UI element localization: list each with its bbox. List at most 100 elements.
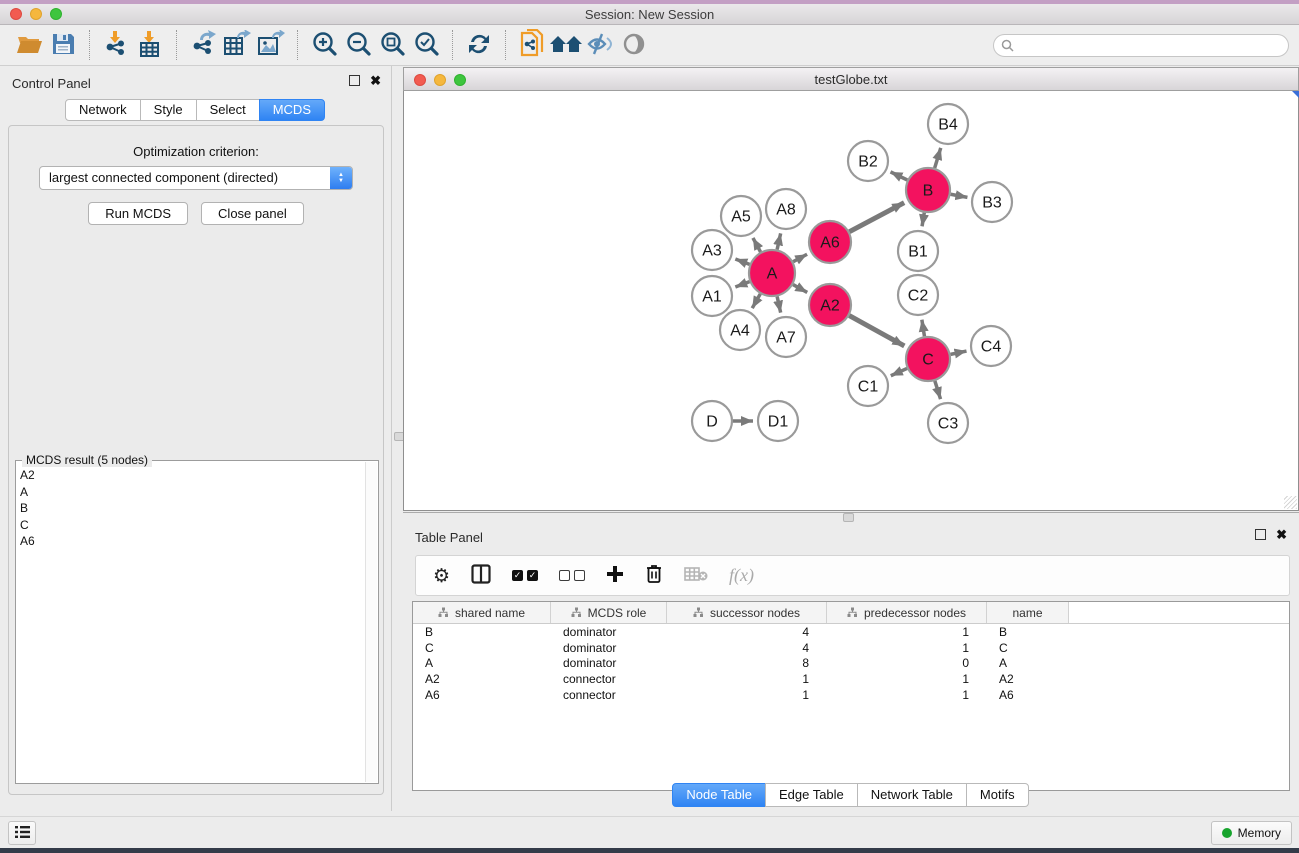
graph-edge-C-C2[interactable]	[922, 320, 925, 337]
table-cell[interactable]: A2	[413, 672, 551, 686]
mcds-result-item[interactable]: B	[20, 500, 364, 517]
criterion-select[interactable]: largest connected component (directed) ▲…	[39, 166, 353, 190]
close-panel-icon[interactable]: ✖	[370, 75, 381, 86]
create-column-button[interactable]	[606, 565, 624, 586]
mcds-result-item[interactable]: A	[20, 484, 364, 501]
graph-edge-C-C4[interactable]	[951, 351, 967, 354]
table-cell[interactable]: 1	[667, 688, 827, 702]
graph-edge-A6-B[interactable]	[849, 203, 904, 232]
export-network-button[interactable]	[186, 29, 220, 61]
table-cell[interactable]: 1	[827, 672, 987, 686]
table-cell[interactable]: A6	[987, 688, 1069, 702]
column-header-shared-name[interactable]: shared name	[413, 602, 551, 623]
table-cell[interactable]: 4	[667, 641, 827, 655]
search-input[interactable]	[993, 34, 1289, 57]
memory-button[interactable]: Memory	[1211, 821, 1292, 845]
graph-edge-A2-C[interactable]	[849, 316, 904, 346]
graph-edge-A-A2[interactable]	[793, 285, 807, 293]
import-network-button[interactable]	[99, 29, 133, 61]
delete-columns-button[interactable]	[645, 564, 663, 587]
table-cell[interactable]: 1	[827, 625, 987, 639]
tab-mcds[interactable]: MCDS	[259, 99, 325, 121]
tab-style[interactable]: Style	[140, 99, 197, 121]
refresh-button[interactable]	[462, 29, 496, 61]
show-details-button[interactable]	[617, 29, 651, 61]
open-session-button[interactable]	[12, 29, 46, 61]
function-builder-button[interactable]: f(x)	[729, 565, 754, 586]
network-window-titlebar[interactable]: testGlobe.txt	[403, 67, 1299, 91]
table-cell[interactable]: 8	[667, 656, 827, 670]
table-cell[interactable]: dominator	[551, 625, 667, 639]
tab-edge-table[interactable]: Edge Table	[765, 783, 858, 807]
table-cell[interactable]: dominator	[551, 641, 667, 655]
tab-network[interactable]: Network	[65, 99, 141, 121]
mcds-list-scrollbar[interactable]	[365, 462, 377, 782]
graph-edge-A-A3[interactable]	[735, 259, 749, 264]
table-cell[interactable]: 1	[667, 672, 827, 686]
table-cell[interactable]: dominator	[551, 656, 667, 670]
graph-edge-A-A6[interactable]	[793, 254, 807, 261]
unselect-all-columns-button[interactable]	[559, 570, 585, 581]
show-columns-button[interactable]	[471, 564, 491, 587]
zoom-selected-button[interactable]	[409, 29, 443, 61]
tab-motifs[interactable]: Motifs	[966, 783, 1029, 807]
network-resize-grip[interactable]	[1284, 496, 1297, 509]
zoom-fit-button[interactable]	[375, 29, 409, 61]
table-cell[interactable]: 1	[827, 641, 987, 655]
new-network-button[interactable]	[515, 29, 549, 61]
tab-network-table[interactable]: Network Table	[857, 783, 967, 807]
graph-edge-A-A7[interactable]	[777, 296, 781, 312]
select-all-columns-button[interactable]: ✓✓	[512, 570, 538, 581]
delete-table-button[interactable]	[684, 566, 708, 585]
hide-details-button[interactable]	[583, 29, 617, 61]
graph-edge-B-B3[interactable]	[951, 194, 968, 197]
save-session-button[interactable]	[46, 29, 80, 61]
graph-edge-C-C1[interactable]	[891, 368, 907, 375]
mcds-result-item[interactable]: A6	[20, 533, 364, 550]
tab-select[interactable]: Select	[196, 99, 260, 121]
graph-edge-A-A4[interactable]	[752, 294, 760, 308]
export-image-button[interactable]	[254, 29, 288, 61]
horizontal-divider-grip[interactable]	[843, 513, 854, 522]
table-cell[interactable]: connector	[551, 672, 667, 686]
column-header-predecessor-nodes[interactable]: predecessor nodes	[827, 602, 987, 623]
graph-edge-C-C3[interactable]	[935, 381, 941, 399]
table-cell[interactable]: 0	[827, 656, 987, 670]
graph-edge-B-B4[interactable]	[935, 148, 941, 168]
table-cell[interactable]: B	[987, 625, 1069, 639]
import-table-button[interactable]	[133, 29, 167, 61]
table-cell[interactable]: C	[987, 641, 1069, 655]
close-panel-button[interactable]: Close panel	[201, 202, 304, 225]
table-cell[interactable]: 1	[827, 688, 987, 702]
network-canvas[interactable]: B4B2BB3A5A8A6A3B1AA1C2A2A4A7C4CC1C3DD1	[403, 91, 1299, 511]
table-cell[interactable]: connector	[551, 688, 667, 702]
tab-node-table[interactable]: Node Table	[672, 783, 766, 807]
graph-edge-B-B1[interactable]	[922, 213, 924, 227]
titlebar[interactable]: Session: New Session	[0, 4, 1299, 25]
float-table-panel-icon[interactable]	[1255, 529, 1266, 540]
graph-edge-A-A5[interactable]	[753, 238, 761, 252]
zoom-in-button[interactable]	[307, 29, 341, 61]
close-table-panel-icon[interactable]: ✖	[1276, 529, 1287, 540]
export-table-button[interactable]	[220, 29, 254, 61]
table-cell[interactable]: A2	[987, 672, 1069, 686]
zoom-out-button[interactable]	[341, 29, 375, 61]
column-header-name[interactable]: name	[987, 602, 1069, 623]
table-cell[interactable]: 4	[667, 625, 827, 639]
mcds-result-item[interactable]: C	[20, 517, 364, 534]
table-cell[interactable]: A	[987, 656, 1069, 670]
table-cell[interactable]: A6	[413, 688, 551, 702]
table-cell[interactable]: C	[413, 641, 551, 655]
graph-edge-A-A8[interactable]	[777, 233, 781, 249]
table-settings-button[interactable]: ⚙	[433, 566, 450, 586]
column-header-MCDS-role[interactable]: MCDS role	[551, 602, 667, 623]
table-cell[interactable]: A	[413, 656, 551, 670]
graph-edge-A-A1[interactable]	[735, 282, 749, 287]
table-cell[interactable]: B	[413, 625, 551, 639]
run-mcds-button[interactable]: Run MCDS	[88, 202, 188, 225]
column-header-successor-nodes[interactable]: successor nodes	[667, 602, 827, 623]
home-button[interactable]	[549, 29, 583, 61]
task-history-button[interactable]	[8, 821, 36, 845]
graph-edge-B-B2[interactable]	[891, 172, 908, 180]
mcds-result-item[interactable]: A2	[20, 467, 364, 484]
